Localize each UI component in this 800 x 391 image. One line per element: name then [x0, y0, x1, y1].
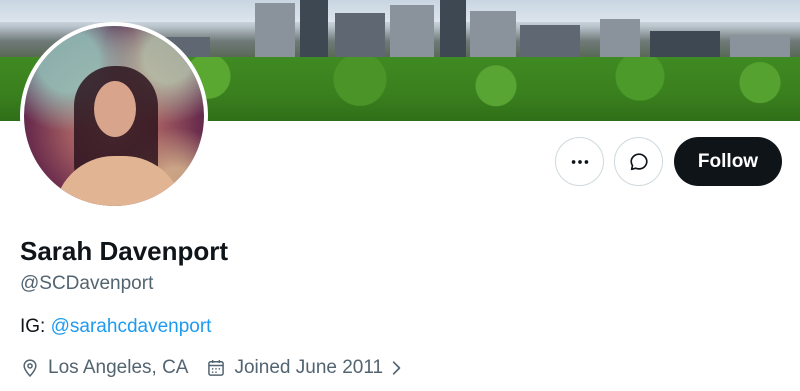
- profile-bio: IG: @sarahcdavenport: [20, 316, 211, 338]
- more-horizontal-icon: [571, 159, 588, 164]
- message-icon: [629, 152, 648, 170]
- follow-button[interactable]: Follow: [674, 137, 782, 186]
- profile-meta: Los Angeles, CA Joined June 2011: [20, 357, 423, 379]
- location-pin-icon: [23, 359, 37, 377]
- chevron-right-icon: [392, 361, 401, 375]
- avatar-image: [24, 26, 204, 206]
- calendar-icon: [208, 360, 225, 376]
- more-options-button[interactable]: [555, 137, 604, 186]
- profile-name: Sarah Davenport: [20, 236, 229, 266]
- location-item: Los Angeles, CA: [20, 357, 188, 379]
- avatar-face: [94, 81, 136, 137]
- profile-handle: @SCDavenport: [20, 273, 154, 294]
- bio-instagram-link[interactable]: @sarahcdavenport: [51, 316, 212, 337]
- bio-text: IG:: [20, 316, 51, 337]
- joined-item[interactable]: Joined June 2011: [206, 357, 405, 379]
- location-text: Los Angeles, CA: [48, 357, 189, 378]
- joined-text: Joined June 2011: [234, 357, 384, 378]
- message-button[interactable]: [614, 137, 663, 186]
- avatar[interactable]: [20, 22, 208, 210]
